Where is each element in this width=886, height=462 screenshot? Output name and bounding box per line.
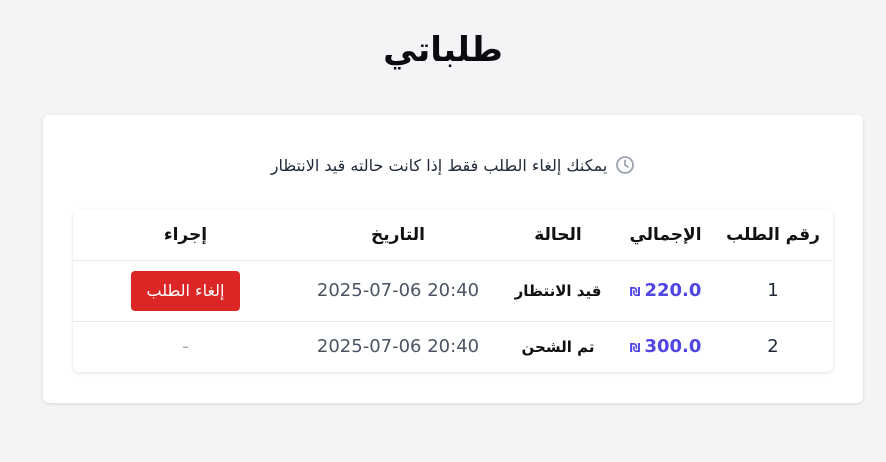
page-title: طلباتي <box>383 30 503 70</box>
order-date-cell: 2025-07-06 20:40 <box>316 336 480 358</box>
total-value: 300.0 <box>644 336 702 358</box>
order-total-cell: ₪ 300.0 <box>618 321 713 372</box>
currency-icon: ₪ <box>629 341 641 356</box>
order-id-cell: 2 <box>767 336 779 358</box>
order-status-cell: تم الشحن <box>521 337 595 356</box>
orders-table-container: رقم الطلب الإجمالي الحالة التاريخ إجراء … <box>73 210 833 372</box>
orders-table: رقم الطلب الإجمالي الحالة التاريخ إجراء … <box>73 210 833 372</box>
clock-icon <box>615 155 635 175</box>
table-row: 1 ₪ 220.0 قيد الانتظار 2025-07-06 20:40 إ… <box>73 260 833 321</box>
header-order-id: رقم الطلب <box>713 210 833 261</box>
order-id-cell: 1 <box>767 280 779 301</box>
table-row: 2 ₪ 300.0 تم الشحن 2025-07-06 20:40 - <box>73 321 833 372</box>
notice-text: يمكنك إلغاء الطلب فقط إذا كانت حالته قيد… <box>270 155 608 175</box>
header-action: إجراء <box>73 210 298 261</box>
orders-card: يمكنك إلغاء الطلب فقط إذا كانت حالته قيد… <box>43 115 863 403</box>
cancel-order-button[interactable]: إلغاء الطلب <box>130 270 241 311</box>
table-header-row: رقم الطلب الإجمالي الحالة التاريخ إجراء <box>73 210 833 261</box>
header-status: الحالة <box>498 210 618 261</box>
header-date: التاريخ <box>298 210 498 261</box>
order-action-cell: إلغاء الطلب <box>73 260 298 321</box>
order-action-placeholder: - <box>182 336 189 358</box>
cancel-notice: يمكنك إلغاء الطلب فقط إذا كانت حالته قيد… <box>43 155 863 175</box>
currency-icon: ₪ <box>629 285 641 299</box>
order-date-cell: 2025-07-06 20:40 <box>316 280 480 301</box>
order-status-cell: قيد الانتظار <box>514 281 602 300</box>
total-value: 220.0 <box>644 280 702 301</box>
header-total: الإجمالي <box>618 210 713 261</box>
order-total-cell: ₪ 220.0 <box>618 260 713 321</box>
orders-page: طلباتي يمكنك إلغاء الطلب فقط إذا كانت حا… <box>0 0 886 462</box>
